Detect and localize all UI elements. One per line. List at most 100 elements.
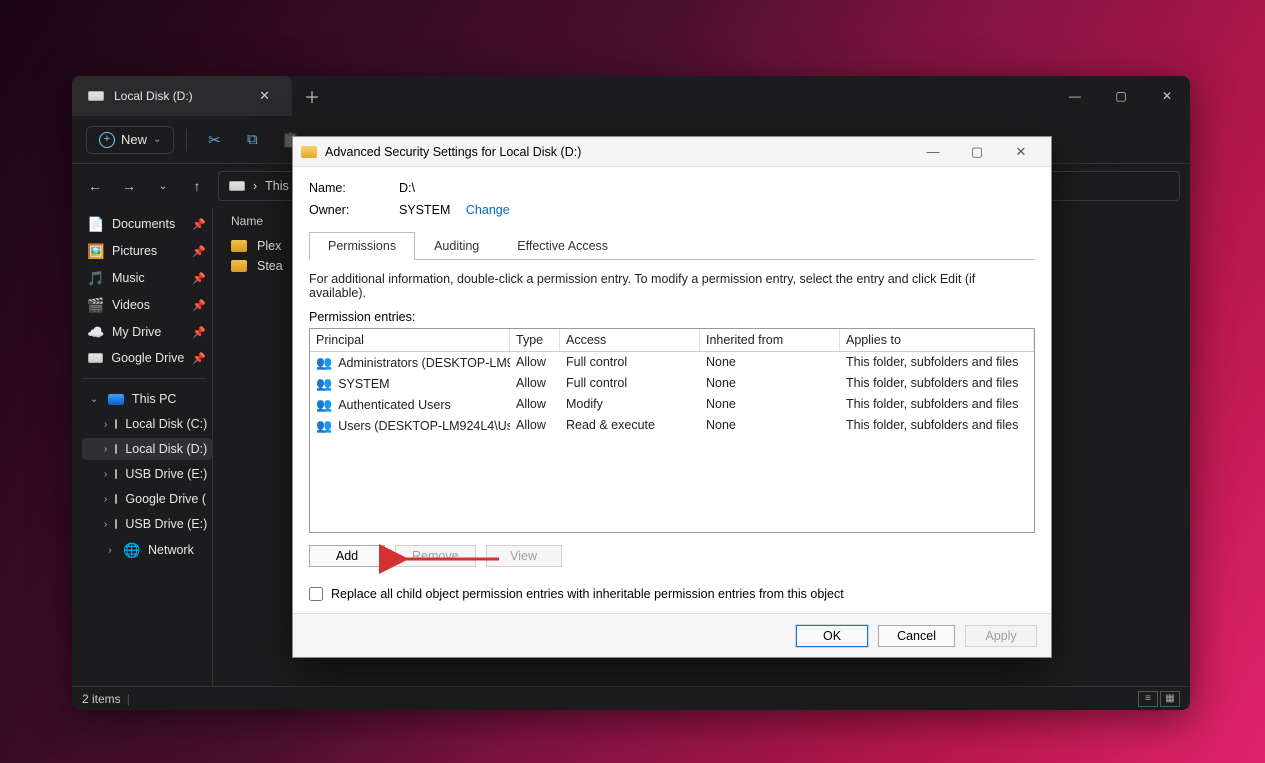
recent-dropdown[interactable]: ⌄ [150,181,176,192]
col-inherited[interactable]: Inherited from [700,329,840,351]
sidebar-item-music[interactable]: 🎵Music📌 [82,266,212,290]
applies-cell: This folder, subfolders and files [840,352,1034,373]
chevron-down-icon[interactable]: ⌄ [88,394,100,405]
sidebar-item-google-drive[interactable]: › Google Drive ( [82,488,212,510]
chevron-right-icon[interactable]: › [104,494,107,505]
table-row[interactable]: 👥Administrators (DESKTOP-LM92...AllowFul… [310,352,1034,373]
pin-icon: 📌 [192,245,206,258]
chevron-right-icon[interactable]: › [104,444,107,455]
col-type[interactable]: Type [510,329,560,351]
dialog-titlebar: Advanced Security Settings for Local Dis… [293,137,1051,167]
view-buttons: ≡ ▦ [1138,691,1180,707]
tab-effective-access[interactable]: Effective Access [498,232,627,260]
sidebar-item-usb-drive-e[interactable]: ›USB Drive (E:) [82,463,212,485]
applies-cell: This folder, subfolders and files [840,373,1034,394]
chevron-right-icon[interactable]: › [104,519,107,530]
thumbs-view-button[interactable]: ▦ [1160,691,1180,707]
replace-checkbox[interactable] [309,587,323,601]
sidebar-item-local-disk-c[interactable]: ›Local Disk (C:) [82,413,212,435]
new-tab-button[interactable]: ＋ [292,76,332,116]
minimize-button[interactable]: — [1052,76,1098,116]
access-cell: Modify [560,394,700,415]
table-row[interactable]: 👥Users (DESKTOP-LM924L4\Users)AllowRead … [310,415,1034,436]
permission-grid: Principal Type Access Inherited from App… [309,328,1035,533]
close-button[interactable]: ✕ [1144,76,1190,116]
advanced-security-dialog: Advanced Security Settings for Local Dis… [292,136,1052,658]
table-row[interactable]: 👥Authenticated UsersAllowModifyNoneThis … [310,394,1034,415]
col-principal[interactable]: Principal [310,329,510,351]
close-button[interactable]: ✕ [999,144,1043,160]
replace-checkbox-row[interactable]: Replace all child object permission entr… [309,587,1035,601]
dialog-footer: OK Cancel Apply [293,613,1051,657]
access-cell: Full control [560,373,700,394]
tab-permissions[interactable]: Permissions [309,232,415,260]
sidebar-item-label: Videos [112,298,150,312]
remove-button: Remove [395,545,476,567]
tab-row: Permissions Auditing Effective Access [309,231,1035,260]
file-name: Plex [257,239,281,253]
new-button[interactable]: + New ⌄ [86,126,174,154]
change-owner-link[interactable]: Change [466,203,510,217]
tab-close-button[interactable]: ✕ [253,86,276,106]
type-cell: Allow [510,415,560,436]
col-applies[interactable]: Applies to [840,329,1034,351]
sidebar-item-local-disk-d[interactable]: › Local Disk (D:) [82,438,212,460]
sidebar-item-usb-drive-e2[interactable]: ›USB Drive (E:) [82,513,212,535]
new-label: New [121,132,147,147]
add-button[interactable]: Add [309,545,385,567]
up-button[interactable]: ↑ [184,178,210,194]
pc-icon [108,394,124,405]
maximize-button[interactable]: ▢ [1098,76,1144,116]
chevron-right-icon[interactable]: › [104,419,107,430]
group-icon: 👥 [316,376,332,392]
drive-icon [115,494,117,504]
sidebar-item-label: Local Disk (D:) [125,442,207,456]
inherited-cell: None [700,415,840,436]
sidebar-item-googledrive[interactable]: Google Drive📌 [82,347,212,369]
sidebar-item-label: This PC [132,392,176,406]
cut-icon[interactable]: ✂ [199,131,229,149]
info-text: For additional information, double-click… [309,272,1035,300]
sidebar-item-network[interactable]: ›🌐Network [82,538,212,562]
sidebar-item-pictures[interactable]: 🖼️Pictures📌 [82,239,212,263]
minimize-button[interactable]: — [911,144,955,160]
cancel-button[interactable]: Cancel [878,625,955,647]
drive-icon [115,419,117,429]
sidebar-item-documents[interactable]: 📄Documents📌 [82,212,212,236]
copy-icon[interactable]: ⧉ [237,131,267,148]
folder-icon [301,146,317,158]
back-button[interactable]: ← [82,178,108,194]
document-icon: 📄 [88,216,104,232]
maximize-button[interactable]: ▢ [955,144,999,160]
table-row[interactable]: 👥SYSTEMAllowFull controlNoneThis folder,… [310,373,1034,394]
chevron-right-icon[interactable]: › [104,545,116,556]
grid-rows: 👥Administrators (DESKTOP-LM92...AllowFul… [310,352,1034,436]
chevron-right-icon[interactable]: › [104,469,107,480]
access-cell: Full control [560,352,700,373]
owner-label: Owner: [309,203,369,217]
window-controls: — ▢ ✕ [1052,76,1190,116]
forward-button[interactable]: → [116,178,142,194]
dialog-body: Name: D:\ Owner: SYSTEM Change Permissio… [293,167,1051,613]
name-label: Name: [309,181,369,195]
address-chevron-icon: › [253,179,257,193]
inherited-cell: None [700,352,840,373]
col-access[interactable]: Access [560,329,700,351]
window-tab[interactable]: Local Disk (D:) ✕ [72,76,292,116]
principal-cell: Administrators (DESKTOP-LM92... [338,356,510,370]
sidebar-item-label: Google Drive ( [125,492,206,506]
sidebar-item-this-pc[interactable]: ⌄ This PC [82,388,212,410]
sidebar-item-videos[interactable]: 🎬Videos📌 [82,293,212,317]
access-cell: Read & execute [560,415,700,436]
pin-icon: 📌 [192,272,206,285]
sidebar-item-label: Pictures [112,244,157,258]
ok-button[interactable]: OK [796,625,868,647]
replace-checkbox-label: Replace all child object permission entr… [331,587,844,601]
sidebar-item-label: My Drive [112,325,161,339]
column-name[interactable]: Name [231,214,263,228]
sidebar-item-mydrive[interactable]: ☁️My Drive📌 [82,320,212,344]
details-view-button[interactable]: ≡ [1138,691,1158,707]
dialog-title: Advanced Security Settings for Local Dis… [325,145,581,159]
cloud-icon: ☁️ [88,324,104,340]
tab-auditing[interactable]: Auditing [415,232,498,260]
